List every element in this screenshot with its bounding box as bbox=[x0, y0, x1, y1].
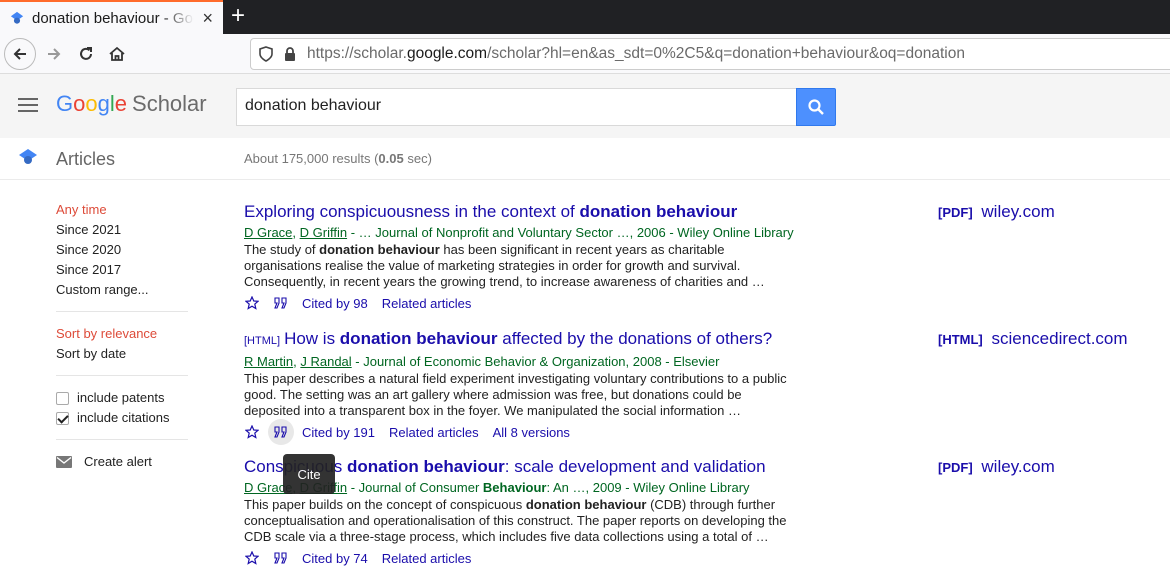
result-snippet: This paper describes a natural field exp… bbox=[244, 371, 787, 418]
divider bbox=[56, 375, 188, 376]
filter-custom-range[interactable]: Custom range... bbox=[56, 280, 188, 300]
search-result: [HTML] How is donation behaviour affected… bbox=[244, 328, 804, 445]
graduation-cap-icon bbox=[19, 149, 37, 164]
include-citations-checkbox[interactable]: include citations bbox=[56, 408, 188, 428]
cite-quote-icon[interactable] bbox=[268, 419, 294, 445]
author-link[interactable]: J Randal bbox=[300, 354, 351, 369]
all-versions-link[interactable]: All 8 versions bbox=[493, 425, 570, 440]
cited-by-link[interactable]: Cited by 74 bbox=[302, 551, 368, 566]
checkbox-checked[interactable] bbox=[56, 411, 69, 425]
google-letter: G bbox=[56, 91, 74, 116]
results-subbar: Articles About 175,000 results (0.05 sec… bbox=[0, 138, 1170, 180]
google-scholar-logo[interactable]: Google Scholar bbox=[56, 91, 207, 117]
google-wordmark: Google bbox=[56, 91, 127, 116]
sort-by-date[interactable]: Sort by date bbox=[56, 344, 188, 364]
search-button[interactable] bbox=[796, 88, 836, 126]
back-button[interactable] bbox=[4, 38, 36, 70]
create-alert-label: Create alert bbox=[84, 454, 152, 469]
result-authors-source: R Martin, J Randal - Journal of Economic… bbox=[244, 354, 720, 369]
section-title[interactable]: Articles bbox=[56, 149, 115, 170]
cite-quote-icon[interactable] bbox=[273, 550, 289, 566]
google-letter: g bbox=[97, 91, 110, 116]
save-star-icon[interactable] bbox=[244, 550, 260, 566]
navigation-bar: https://scholar.google.com/scholar?hl=en… bbox=[0, 34, 1170, 74]
include-citations-label: include citations bbox=[77, 410, 170, 425]
related-articles-link[interactable]: Related articles bbox=[389, 425, 479, 440]
cite-tooltip: Cite bbox=[283, 454, 335, 494]
related-articles-link[interactable]: Related articles bbox=[382, 551, 472, 566]
filter-since-2017[interactable]: Since 2017 bbox=[56, 260, 188, 280]
filter-since-2020[interactable]: Since 2020 bbox=[56, 240, 188, 260]
result-authors-source: D Grace, D Griffin - … Journal of Nonpro… bbox=[244, 225, 794, 240]
url-text: https://scholar.google.com/scholar?hl=en… bbox=[307, 45, 965, 62]
result-title-link[interactable]: Exploring conspicuousness in the context… bbox=[244, 201, 804, 223]
result-snippet: This paper builds on the concept of cons… bbox=[244, 497, 787, 544]
hamburger-menu-icon[interactable] bbox=[18, 98, 38, 112]
include-patents-label: include patents bbox=[77, 390, 165, 405]
pdf-link[interactable]: [PDF] wiley.com bbox=[938, 457, 1055, 477]
search-icon bbox=[808, 99, 824, 115]
shield-icon bbox=[259, 46, 273, 62]
filter-any-time[interactable]: Any time bbox=[56, 200, 188, 220]
html-link[interactable]: [HTML] sciencedirect.com bbox=[938, 329, 1128, 349]
google-letter: e bbox=[114, 91, 128, 116]
related-articles-link[interactable]: Related articles bbox=[382, 296, 472, 311]
search-result: Exploring conspicuousness in the context… bbox=[244, 201, 804, 312]
address-bar[interactable]: https://scholar.google.com/scholar?hl=en… bbox=[250, 38, 1170, 70]
browser-tab[interactable]: donation behaviour - Google Scholar × bbox=[0, 0, 223, 34]
scholar-header: Google Scholar donation behaviour bbox=[0, 74, 1170, 138]
author-link[interactable]: D Grace bbox=[244, 225, 292, 240]
google-letter: o bbox=[73, 91, 86, 116]
browser-tab-bar: donation behaviour - Google Scholar × + bbox=[0, 0, 1170, 34]
results-count: About 175,000 results (0.05 sec) bbox=[244, 151, 432, 166]
pdf-link[interactable]: [PDF] wiley.com bbox=[938, 202, 1055, 222]
google-letter: o bbox=[85, 91, 98, 116]
divider bbox=[56, 439, 188, 440]
home-icon bbox=[109, 46, 125, 61]
tab-title: donation behaviour - Google Scholar bbox=[32, 9, 194, 27]
arrow-left-icon bbox=[13, 48, 26, 60]
new-tab-button[interactable]: + bbox=[231, 4, 245, 28]
save-star-icon[interactable] bbox=[244, 424, 260, 440]
html-tag: [HTML] bbox=[244, 335, 281, 347]
cited-by-link[interactable]: Cited by 98 bbox=[302, 296, 368, 311]
home-button[interactable] bbox=[101, 38, 133, 70]
filter-sidebar: Any time Since 2021 Since 2020 Since 201… bbox=[56, 200, 188, 472]
sort-by-relevance[interactable]: Sort by relevance bbox=[56, 324, 188, 344]
author-link[interactable]: R Martin bbox=[244, 354, 293, 369]
envelope-icon bbox=[56, 456, 72, 468]
result-actions: Cited by 191 Related articles All 8 vers… bbox=[244, 419, 804, 445]
divider bbox=[56, 311, 188, 312]
scholar-favicon-icon bbox=[10, 11, 24, 24]
create-alert-link[interactable]: Create alert bbox=[56, 452, 188, 472]
close-tab-icon[interactable]: × bbox=[202, 9, 213, 27]
cited-by-link[interactable]: Cited by 191 bbox=[302, 425, 375, 440]
checkbox-unchecked[interactable] bbox=[56, 391, 69, 405]
search-input[interactable]: donation behaviour bbox=[236, 88, 796, 126]
lock-icon bbox=[285, 47, 295, 61]
cite-quote-icon[interactable] bbox=[273, 295, 289, 311]
filter-since-2021[interactable]: Since 2021 bbox=[56, 220, 188, 240]
forward-button[interactable] bbox=[38, 38, 70, 70]
include-patents-checkbox[interactable]: include patents bbox=[56, 388, 188, 408]
reload-icon bbox=[80, 47, 92, 60]
author-link[interactable]: D Griffin bbox=[300, 225, 347, 240]
arrow-right-icon bbox=[48, 48, 61, 60]
result-actions: Cited by 74 Related articles bbox=[244, 549, 804, 567]
reload-button[interactable] bbox=[70, 38, 102, 70]
save-star-icon[interactable] bbox=[244, 295, 260, 311]
result-title-link[interactable]: [HTML] How is donation behaviour affected… bbox=[244, 328, 804, 352]
result-actions: Cited by 98 Related articles bbox=[244, 294, 804, 312]
result-snippet: The study of donation behaviour has been… bbox=[244, 242, 765, 289]
scholar-wordmark: Scholar bbox=[132, 91, 207, 116]
